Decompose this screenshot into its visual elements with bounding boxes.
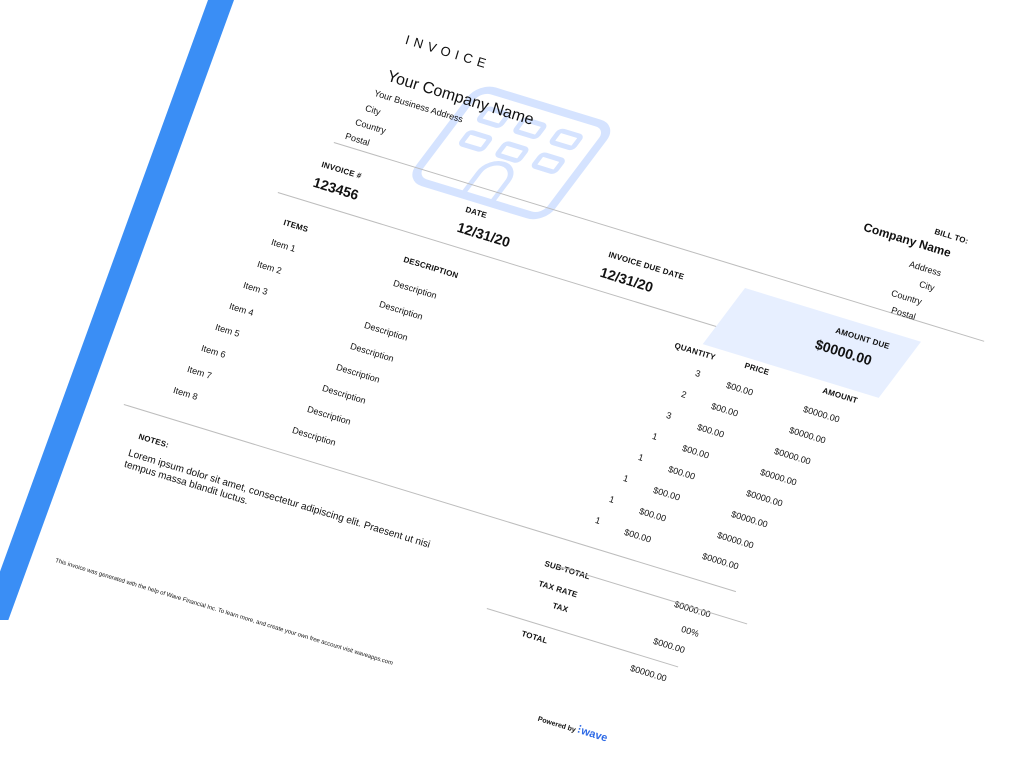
- item-quantity: 2: [680, 389, 688, 401]
- bill-to-postal: Postal: [890, 305, 917, 322]
- item-description: Description: [392, 278, 439, 301]
- tax-rate-label: TAX RATE: [537, 579, 579, 600]
- item-quantity: 1: [594, 515, 602, 527]
- notes-label: NOTES:: [137, 432, 171, 450]
- item-description: Description: [335, 362, 382, 385]
- item-description: Description: [349, 341, 396, 364]
- item-price: $00.00: [638, 506, 668, 524]
- footer-text: This invoice was generated with the help…: [54, 558, 394, 667]
- item-price: $00.00: [681, 443, 711, 461]
- header-divider: [333, 142, 985, 342]
- item-quantity: 1: [608, 494, 616, 506]
- powered-by-label: Powered by: [536, 715, 577, 735]
- item-name: Item 2: [256, 259, 283, 276]
- item-name: Item 6: [200, 343, 227, 360]
- item-amount: $0000.00: [759, 467, 798, 488]
- tax-value: $000.00: [652, 636, 687, 656]
- item-amount: $0000.00: [730, 509, 769, 530]
- item-amount: $0000.00: [745, 488, 784, 509]
- bill-to-address: Address: [908, 259, 943, 279]
- item-amount: $0000.00: [788, 425, 827, 446]
- total-value: $0000.00: [629, 663, 668, 684]
- company-country: Country: [354, 117, 388, 136]
- item-amount: $0000.00: [701, 551, 740, 572]
- item-name: Item 8: [172, 385, 199, 402]
- item-amount: $0000.00: [802, 404, 841, 425]
- col-items: ITEMS: [282, 218, 310, 235]
- tax-label: TAX: [551, 601, 570, 615]
- invoice-date: 12/31/20: [455, 219, 513, 251]
- invoice-page: INVOICE Your Company Name Your Business …: [0, 0, 1024, 768]
- col-description: DESCRIPTION: [402, 255, 460, 281]
- accent-bar: [0, 0, 234, 620]
- tax-rate-value: 00%: [680, 624, 701, 639]
- item-amount: $0000.00: [716, 530, 755, 551]
- building-icon: [401, 80, 621, 226]
- item-price: $00.00: [710, 401, 740, 419]
- totals-divider: [486, 608, 679, 668]
- company-city: City: [364, 103, 382, 118]
- item-name: Item 1: [270, 237, 297, 254]
- notes-text: Lorem ipsum dolor sit amet, consectetur …: [126, 448, 432, 551]
- item-price: $00.00: [623, 527, 653, 545]
- item-name: Item 5: [214, 322, 241, 339]
- item-quantity: 3: [694, 368, 702, 380]
- brand-name: wave: [579, 725, 609, 745]
- item-description: Description: [291, 425, 338, 448]
- subtotal-label: SUB-TOTAL: [543, 559, 592, 582]
- item-quantity: 1: [622, 473, 630, 485]
- item-price: $00.00: [667, 464, 697, 482]
- total-label: TOTAL: [520, 629, 549, 646]
- item-price: $00.00: [725, 380, 755, 398]
- item-description: Description: [363, 320, 410, 343]
- item-name: Item 4: [228, 301, 255, 318]
- item-description: Description: [306, 404, 353, 427]
- wave-logo-icon[interactable]: ⫶ wave: [576, 724, 609, 745]
- powered-by: Powered by ⫶ wave: [536, 712, 609, 745]
- bill-to-country: Country: [890, 288, 924, 307]
- item-name: Item 7: [186, 364, 213, 381]
- item-price: $00.00: [696, 422, 726, 440]
- item-description: Description: [378, 299, 425, 322]
- item-amount: $0000.00: [773, 446, 812, 467]
- item-description: Description: [321, 383, 368, 406]
- item-price: $00.00: [652, 485, 682, 503]
- invoice-heading: INVOICE: [403, 32, 493, 73]
- item-quantity: 3: [665, 410, 673, 422]
- bill-to-name: Company Name: [861, 220, 953, 260]
- item-quantity: 1: [637, 452, 645, 464]
- bill-to-city: City: [918, 279, 936, 294]
- totals-top-divider: [555, 565, 748, 625]
- item-quantity: 1: [651, 431, 659, 443]
- item-name: Item 3: [242, 280, 269, 297]
